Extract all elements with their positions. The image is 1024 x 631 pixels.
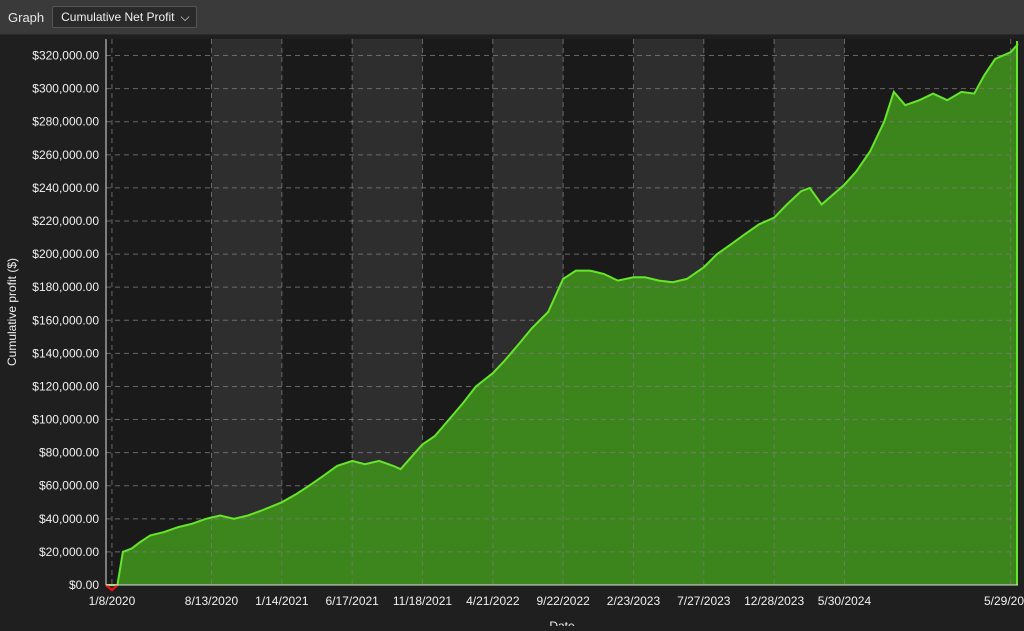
y-tick-label: $140,000.00 [32,346,99,360]
graph-type-value: Cumulative Net Profit [61,10,175,24]
y-tick-label: $260,000.00 [32,148,99,162]
x-tick-label: 12/28/2023 [744,594,804,608]
y-tick-label: $20,000.00 [39,545,99,559]
y-tick-label: $300,000.00 [32,82,99,96]
y-tick-label: $180,000.00 [32,280,99,294]
y-tick-label: $320,000.00 [32,49,99,63]
y-tick-label: $240,000.00 [32,181,99,195]
x-tick-label: 6/17/2021 [325,594,379,608]
y-tick-label: $160,000.00 [32,313,99,327]
x-tick-label: 1/8/2020 [89,594,136,608]
x-tick-label: 8/13/2020 [185,594,239,608]
y-tick-label: $280,000.00 [32,115,99,129]
y-tick-label: $220,000.00 [32,214,99,228]
y-tick-label: $0.00 [69,578,99,592]
x-tick-label: 9/22/2022 [536,594,590,608]
x-tick-label: 7/27/2023 [677,594,731,608]
chart-area: $0.00 $20,000.00 $40,000.00 $60,000.00 $80,0… [0,34,1024,631]
x-tick-label: 11/18/2021 [393,594,452,608]
y-tick-label: $120,000.00 [32,379,99,393]
cumulative-profit-chart: $0.00 $20,000.00 $40,000.00 $60,000.00 $80,0… [5,39,1024,631]
chevron-down-icon: ⌵ [180,9,190,24]
y-tick-label: $40,000.00 [39,512,99,526]
y-axis-label: Cumulative profit ($) [5,258,19,366]
y-tick-label: $100,000.00 [32,413,99,427]
x-tick-label: 4/21/2022 [466,594,520,608]
y-tick-label: $200,000.00 [32,247,99,261]
x-tick-label: 2/23/2023 [607,594,661,608]
graph-label: Graph [8,9,45,25]
x-tick-label: 5/29/2025 [984,594,1024,608]
y-tick-label: $60,000.00 [39,479,99,493]
x-axis-label: Date [549,619,575,626]
x-tick-label: 5/30/2024 [818,594,872,608]
y-tick-label: $80,000.00 [39,446,99,460]
graph-type-select[interactable]: Cumulative Net Profit ⌵ [52,6,197,28]
x-tick-label: 1/14/2021 [255,594,309,608]
toolbar: Graph Cumulative Net Profit ⌵ [0,0,1024,35]
date-band [211,39,282,585]
